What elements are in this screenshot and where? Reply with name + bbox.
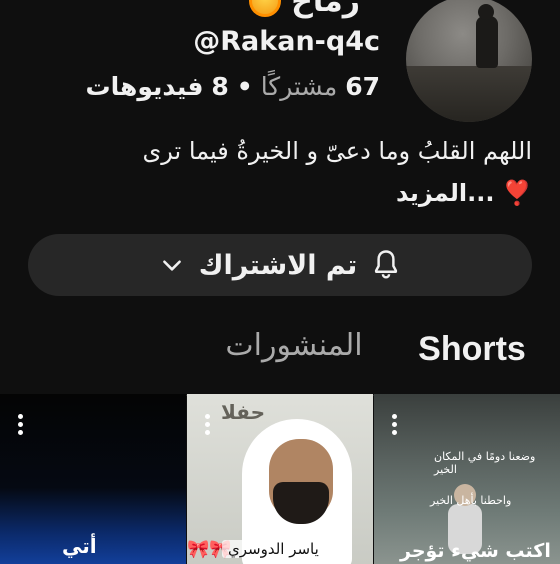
avatar-person [476,16,498,68]
subscriber-label: مشتركًا [260,72,338,101]
channel-avatar[interactable] [406,0,532,122]
subscribed-label: تم الاشتراك [198,249,358,281]
short-overlay-text: واحطنا بأهل الخير [430,494,512,507]
tab-posts[interactable]: المنشورات [214,328,374,388]
avatar-person-head [478,4,494,20]
short-caption: ياسر الدوسري [222,540,325,558]
channel-handle: @Rakan-q4c [193,26,380,57]
short-thumbnail[interactable]: وضعنا دومًا في المكان الخير واحطنا بأهل … [374,394,560,564]
tab-shorts[interactable]: Shorts [410,330,534,398]
heart-emoji-icon: ❣️ [502,179,532,207]
video-label: فيديوهات [85,72,204,101]
short-sign-text: حفلا [221,400,265,424]
video-count: 8 [211,72,229,101]
tab-shorts-label: Shorts [418,330,526,368]
short-thumbnail[interactable]: أتي [0,394,186,564]
bell-icon [375,250,398,279]
tab-posts-label: المنشورات [225,328,363,363]
short-caption: اكتب شيء تؤجر عليه [400,540,551,564]
subscribed-button[interactable]: تم الاشتراك [28,234,532,296]
stats-separator: • [236,72,253,101]
short-caption: أتي [62,534,97,558]
channel-name: رماح [291,0,360,19]
name-emoji-icon [249,0,282,17]
more-options-icon[interactable] [205,414,211,436]
bio-more-link[interactable]: ...المزيد [396,179,494,207]
avatar-ground [406,66,532,122]
channel-name-row: رماح [249,0,360,19]
bio-text: اللهم القلبُ وما دعىّ و الخيرةُ فيما ترى [142,137,533,165]
subscriber-count: 67 [345,72,380,101]
channel-bio[interactable]: اللهم القلبُ وما دعىّ و الخيرةُ فيما ترى… [112,130,533,214]
chevron-down-icon [162,260,181,271]
more-options-icon[interactable] [392,414,398,436]
short-overlay-text: وضعنا دومًا في المكان الخير [434,450,536,476]
more-options-icon[interactable] [18,414,24,436]
channel-stats: 67 مشتركًا • 8 فيديوهات [86,72,380,101]
short-thumbnail[interactable]: حفلا 🎀🎀 ياسر الدوسري [187,394,373,564]
